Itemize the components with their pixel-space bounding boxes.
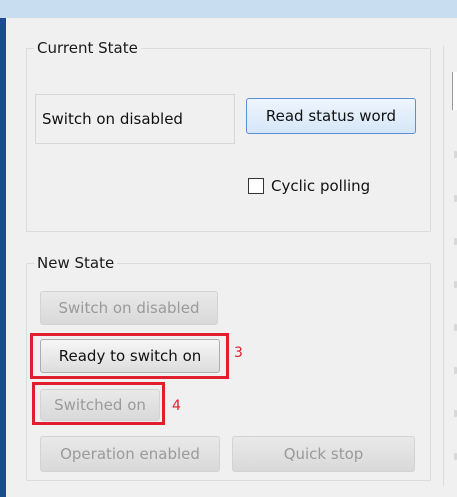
ready-to-switch-on-label: Ready to switch on <box>58 347 202 365</box>
cyclic-polling-label: Cyclic polling <box>271 177 371 195</box>
ready-to-switch-on-button[interactable]: Ready to switch on <box>40 339 220 373</box>
right-panel-clipped-input <box>452 72 457 110</box>
status-value-field: Switch on disabled <box>35 94 235 144</box>
window-title-bar <box>0 0 457 18</box>
right-panel-border <box>443 46 444 486</box>
current-state-title: Current State <box>34 39 141 57</box>
quick-stop-label: Quick stop <box>283 445 364 463</box>
switch-on-disabled-label: Switch on disabled <box>58 299 200 317</box>
read-status-word-label: Read status word <box>265 107 397 125</box>
annotation-3: 3 <box>234 345 243 361</box>
new-state-title: New State <box>34 254 118 272</box>
cyclic-polling-checkbox-row[interactable]: Cyclic polling <box>248 176 408 196</box>
operation-enabled-label: Operation enabled <box>60 445 200 463</box>
operation-enabled-button[interactable]: Operation enabled <box>40 436 220 472</box>
annotation-4: 4 <box>172 398 181 414</box>
cyclic-polling-checkbox[interactable] <box>248 178 264 194</box>
switched-on-label: Switched on <box>54 396 146 414</box>
quick-stop-button[interactable]: Quick stop <box>232 436 415 472</box>
switched-on-button[interactable]: Switched on <box>40 389 160 421</box>
read-status-word-button[interactable]: Read status word <box>246 98 416 134</box>
status-value-text: Switch on disabled <box>42 110 183 128</box>
switch-on-disabled-button[interactable]: Switch on disabled <box>40 291 218 325</box>
